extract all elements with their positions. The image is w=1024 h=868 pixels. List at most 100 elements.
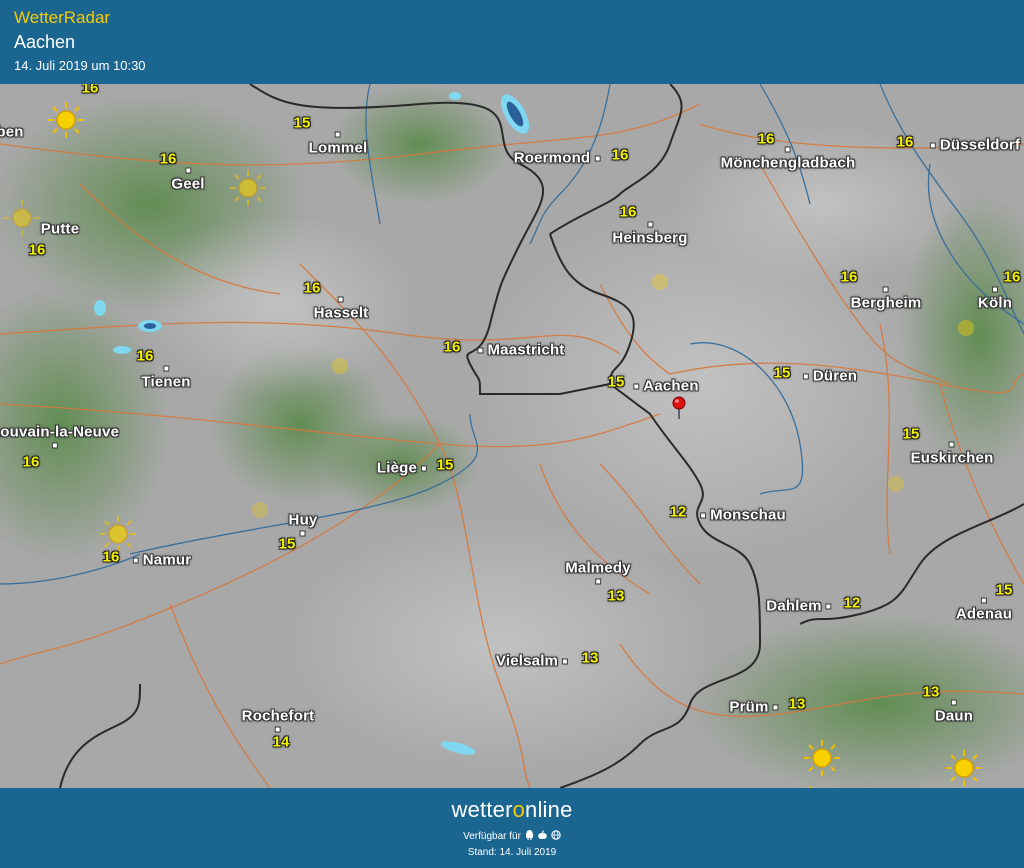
city-vielsalm[interactable]: Vielsalm	[495, 652, 569, 670]
city-dueren[interactable]: Düren	[802, 367, 858, 385]
city-marker	[802, 373, 809, 379]
city-tienen[interactable]: Tienen	[141, 365, 191, 391]
availability-line: Verfügbar für	[0, 830, 1024, 843]
brand-accent: o	[512, 797, 526, 822]
app-title: WetterRadar	[14, 8, 111, 27]
temperature-value: 13	[922, 683, 940, 701]
city-marker	[594, 155, 601, 161]
city-label: Euskirchen	[910, 449, 994, 467]
city-marker	[991, 286, 998, 293]
brand-logo[interactable]: wetteronline	[0, 797, 1024, 823]
city-label: Liège	[376, 459, 418, 477]
city-label: Louvain-la-Neuve	[0, 423, 120, 441]
city-roermond[interactable]: Roermond	[514, 150, 601, 167]
city-marker	[274, 726, 281, 733]
city-liege[interactable]: Liège	[376, 459, 428, 477]
temperature-value: 15	[278, 535, 296, 553]
temperature-value: 16	[896, 133, 914, 151]
city-marker	[700, 512, 707, 518]
temperature-value: 16	[611, 146, 629, 164]
availability-text: Verfügbar für	[463, 831, 521, 842]
city-adenau[interactable]: Adenau	[956, 597, 1012, 623]
city-marker	[337, 296, 344, 303]
city-hasselt[interactable]: Hasselt	[313, 296, 369, 322]
city-koeln[interactable]: Köln	[977, 286, 1013, 312]
city-rochefort[interactable]: Rochefort	[242, 708, 315, 733]
city-label: Hasselt	[313, 304, 369, 322]
city-daun[interactable]: Daun	[935, 699, 973, 725]
temperature-value: 16	[443, 338, 461, 356]
city-marker	[595, 578, 601, 585]
city-huy[interactable]: Huy	[289, 512, 318, 537]
city-marker	[882, 286, 889, 293]
city-louvain-la-neuve[interactable]: Louvain-la-Neuve	[0, 424, 119, 449]
city-label: Monschau	[710, 506, 786, 524]
city-label: Düren	[812, 367, 858, 385]
map-background	[0, 84, 1024, 788]
partial-label: ben	[0, 124, 24, 141]
temperature-value: 16	[159, 150, 177, 168]
city-label: Düsseldorf	[939, 136, 1021, 154]
city-marker	[132, 557, 139, 563]
city-lommel[interactable]: Lommel	[309, 131, 368, 157]
city-monschau[interactable]: Monschau	[700, 507, 786, 524]
city-marker	[647, 221, 653, 228]
city-dahlem[interactable]: Dahlem	[766, 597, 832, 615]
temperature-value: 16	[1003, 268, 1021, 286]
city-malmedy[interactable]: Malmedy	[565, 560, 631, 585]
city-marker	[421, 465, 428, 471]
temperature-value: 16	[28, 241, 46, 259]
city-label: Bergheim	[850, 294, 922, 312]
temperature-value: 16	[22, 453, 40, 471]
city-label: Köln	[977, 294, 1013, 312]
city-geel[interactable]: Geel	[171, 167, 204, 193]
brand-prefix: wetter	[451, 797, 513, 822]
timestamp: 14. Juli 2019 um 10:30	[14, 58, 146, 73]
city-marker	[929, 142, 936, 148]
city-label: Malmedy	[565, 559, 631, 577]
city-label: Vielsalm	[495, 652, 559, 670]
temperature-value: 16	[81, 84, 99, 97]
city-label: Namur	[142, 551, 192, 569]
city-euskirchen[interactable]: Euskirchen	[910, 441, 994, 467]
temperature-value: 16	[619, 203, 637, 221]
city-putte[interactable]: Putte	[41, 221, 80, 238]
city-duesseldorf[interactable]: Düsseldorf	[929, 136, 1021, 154]
city-namur[interactable]: Namur	[132, 551, 192, 569]
city-label: Dahlem	[766, 597, 822, 615]
temperature-value: 15	[607, 373, 625, 391]
city-label: Maastricht	[487, 341, 565, 359]
city-maastricht[interactable]: Maastricht	[477, 342, 564, 359]
city-marker	[300, 530, 306, 537]
city-marker	[949, 441, 955, 448]
temperature-value: 16	[303, 279, 321, 297]
temperature-value: 14	[272, 733, 290, 751]
city-label: Mönchengladbach	[720, 154, 856, 172]
temperature-value: 12	[843, 594, 861, 612]
city-marker	[184, 167, 191, 174]
city-aachen[interactable]: Aachen	[633, 378, 698, 395]
city-pruem[interactable]: Prüm	[729, 698, 779, 716]
radar-map[interactable]: ben 16 Lommel 15 Geel 16 Putte 16 Roermo…	[0, 84, 1024, 788]
city-marker	[51, 442, 58, 449]
partial-label-text: ben	[0, 123, 24, 141]
temperature-value: 13	[581, 649, 599, 667]
web-icon[interactable]	[551, 830, 561, 843]
city-label: Huy	[288, 511, 318, 529]
temperature-value: 16	[840, 268, 858, 286]
city-moenchengladbach[interactable]: Mönchengladbach	[720, 146, 856, 172]
android-icon[interactable]	[525, 830, 534, 843]
city-label: Prüm	[729, 698, 769, 716]
city-marker	[633, 383, 640, 389]
apple-icon[interactable]	[538, 830, 547, 843]
temperature-value: 13	[607, 587, 625, 605]
city-heinsberg[interactable]: Heinsberg	[612, 221, 687, 247]
city-marker	[951, 699, 957, 706]
city-marker	[785, 146, 791, 153]
city-label: Tienen	[141, 373, 191, 391]
city-bergheim[interactable]: Bergheim	[850, 286, 922, 312]
city-marker	[981, 597, 987, 604]
temperature-value: 12	[669, 503, 687, 521]
city-label: Aachen	[643, 377, 699, 395]
temperature-value: 16	[102, 548, 120, 566]
